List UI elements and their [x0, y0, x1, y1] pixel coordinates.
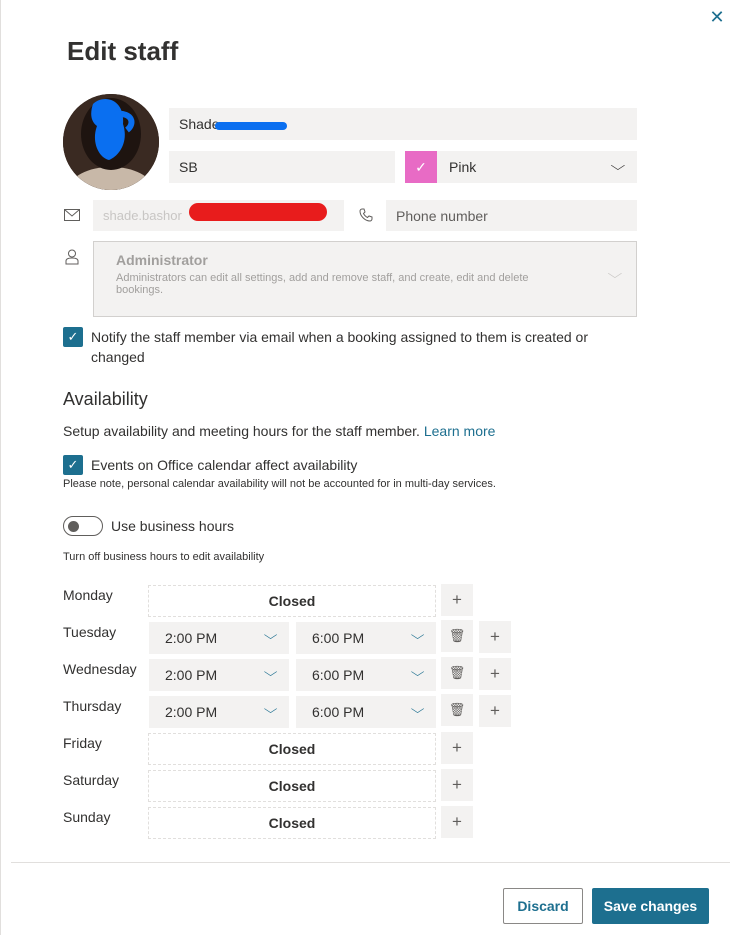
email-value: shade.bashor — [103, 208, 182, 223]
color-label: Pink — [449, 159, 477, 175]
trash-icon[interactable]: 🗑 — [441, 657, 473, 689]
page-title: Edit staff — [67, 36, 179, 66]
chevron-down-icon: ⌵ — [410, 702, 425, 716]
start-time-dropdown[interactable]: 2:00 PM ⌵ — [149, 659, 289, 691]
phone-input[interactable]: Phone number — [386, 200, 637, 231]
toggle-knob — [68, 521, 79, 532]
trash-icon[interactable]: 🗑 — [441, 620, 473, 652]
phone-icon — [357, 206, 375, 224]
chevron-down-icon: ⌵ — [410, 665, 425, 679]
day-label-saturday: Saturday — [63, 772, 120, 788]
add-icon[interactable]: + — [441, 806, 473, 838]
add-icon[interactable]: + — [441, 769, 473, 801]
color-swatch: ✓ — [405, 151, 437, 183]
add-icon[interactable]: + — [441, 732, 473, 764]
footer-divider — [11, 862, 730, 863]
notify-checkbox[interactable]: ✓ — [63, 327, 83, 347]
chevron-down-icon: ⌵ — [263, 702, 278, 716]
availability-heading: Availability — [63, 389, 148, 409]
add-icon[interactable]: + — [441, 584, 473, 616]
mail-icon — [63, 206, 81, 224]
business-hours-label: Use business hours — [111, 518, 234, 534]
add-icon[interactable]: + — [479, 621, 511, 653]
day-label-wednesday: Wednesday — [63, 661, 137, 677]
notify-label: Notify the staff member via email when a… — [91, 329, 588, 365]
role-description: Administrators can edit all settings, ad… — [116, 272, 529, 296]
business-hours-note: Turn off business hours to edit availabi… — [63, 551, 265, 563]
redaction-mark — [215, 122, 287, 130]
office-calendar-label: Events on Office calendar affect availab… — [91, 457, 358, 473]
end-time-value: 6:00 PM — [312, 630, 365, 646]
closed-slot: Closed — [148, 770, 436, 802]
closed-slot: Closed — [148, 733, 436, 765]
chevron-down-icon: ⌵ — [263, 665, 278, 679]
initials-value: SB — [179, 159, 198, 175]
chevron-down-icon: ⌵ — [263, 628, 278, 642]
closed-slot: Closed — [148, 585, 436, 617]
check-icon: ✓ — [67, 457, 79, 472]
day-label-tuesday: Tuesday — [63, 624, 117, 640]
day-label-friday: Friday — [63, 735, 102, 751]
chevron-down-icon: ⌵ — [607, 266, 623, 281]
name-value: Shade — [179, 116, 220, 132]
availability-description: Setup availability and meeting hours for… — [63, 421, 495, 441]
check-icon: ✓ — [67, 329, 79, 344]
add-icon[interactable]: + — [479, 695, 511, 727]
person-icon — [63, 248, 81, 266]
start-time-value: 2:00 PM — [165, 704, 218, 720]
end-time-value: 6:00 PM — [312, 704, 365, 720]
save-changes-button[interactable]: Save changes — [592, 888, 709, 924]
business-hours-toggle[interactable] — [63, 516, 103, 536]
day-label-monday: Monday — [63, 587, 113, 603]
chevron-down-icon: ⌵ — [610, 158, 626, 173]
role-title: Administrator — [116, 252, 208, 268]
start-time-dropdown[interactable]: 2:00 PM ⌵ — [149, 696, 289, 728]
avatar[interactable] — [63, 94, 159, 190]
color-dropdown[interactable]: Pink ⌵ — [405, 151, 637, 183]
start-time-dropdown[interactable]: 2:00 PM ⌵ — [149, 622, 289, 654]
redaction-mark — [189, 203, 327, 221]
end-time-dropdown[interactable]: 6:00 PM ⌵ — [296, 659, 436, 691]
start-time-value: 2:00 PM — [165, 630, 218, 646]
learn-more-link[interactable]: Learn more — [424, 423, 496, 439]
end-time-dropdown[interactable]: 6:00 PM ⌵ — [296, 622, 436, 654]
add-icon[interactable]: + — [479, 658, 511, 690]
start-time-value: 2:00 PM — [165, 667, 218, 683]
day-label-sunday: Sunday — [63, 809, 111, 825]
trash-icon[interactable]: 🗑 — [441, 694, 473, 726]
edit-staff-panel: ✕ Edit staff Shade SB Pink ⌵ ✓ shade.bas… — [0, 0, 730, 935]
role-dropdown: Administrator Administrators can edit al… — [93, 241, 637, 317]
initials-field[interactable]: SB — [169, 151, 395, 183]
phone-placeholder: Phone number — [396, 207, 488, 224]
close-icon[interactable]: ✕ — [708, 8, 726, 26]
end-time-value: 6:00 PM — [312, 667, 365, 683]
end-time-dropdown[interactable]: 6:00 PM ⌵ — [296, 696, 436, 728]
office-calendar-note: Please note, personal calendar availabil… — [63, 478, 496, 490]
availability-description-text: Setup availability and meeting hours for… — [63, 423, 420, 439]
closed-slot: Closed — [148, 807, 436, 839]
check-icon: ✓ — [415, 158, 427, 175]
day-label-thursday: Thursday — [63, 698, 122, 714]
chevron-down-icon: ⌵ — [410, 628, 425, 642]
office-calendar-checkbox[interactable]: ✓ — [63, 455, 83, 475]
discard-button[interactable]: Discard — [503, 888, 583, 924]
